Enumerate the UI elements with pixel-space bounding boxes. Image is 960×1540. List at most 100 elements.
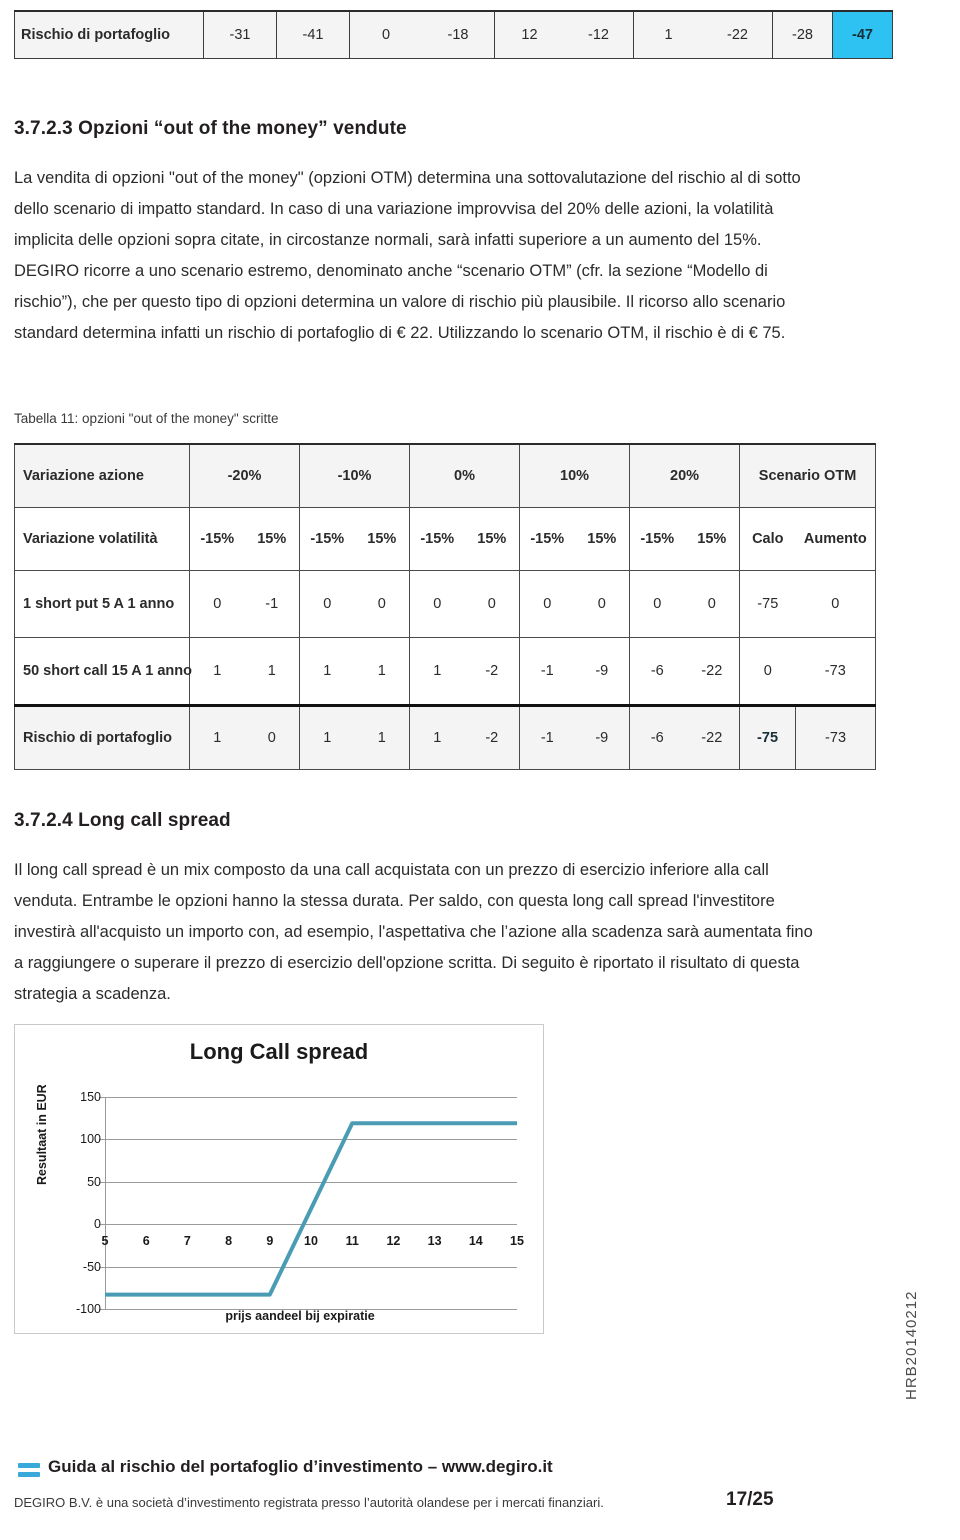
total-cell-4: 1	[409, 704, 465, 770]
total-cell-11: -73	[795, 704, 877, 770]
row-0-cell-11: 0	[795, 570, 877, 638]
header-col-5: Scenario OTM	[739, 443, 877, 508]
header-col-2: 0%	[409, 443, 521, 508]
top-summary-table: Rischio di portafoglio -31 -41 0 -18 12 …	[14, 10, 893, 59]
table-subheader-row: Variazione volatilità -15% 15% -15% 15% …	[14, 507, 877, 571]
row-1-cell-0: 1	[189, 637, 245, 706]
top-cell-0: -31	[203, 10, 277, 59]
top-cell-9-highlighted: -47	[832, 10, 893, 59]
subheader-cell-7: 15%	[574, 507, 631, 571]
chart-series-svg	[105, 1121, 517, 1297]
side-registration-code: HRB20140212	[903, 1290, 920, 1400]
total-cell-9: -22	[684, 704, 741, 770]
top-cell-8: -28	[772, 10, 833, 59]
row-1-cell-11: -73	[795, 637, 877, 706]
subheader-cell-11: Aumento	[795, 507, 877, 571]
subheader-cell-8: -15%	[629, 507, 685, 571]
subheader-cell-3: 15%	[354, 507, 411, 571]
row-1-cell-6: -1	[519, 637, 575, 706]
y-tick-label: 50	[87, 1174, 101, 1189]
total-cell-0: 1	[189, 704, 245, 770]
table-row: 50 short call 15 A 1 anno 1 1 1 1 1 -2 -…	[14, 637, 877, 706]
table-total-row: Rischio di portafoglio 1 0 1 1 1 -2 -1 -…	[14, 704, 877, 770]
y-tick-label: 150	[80, 1090, 101, 1104]
row-0-cell-4: 0	[409, 570, 465, 638]
total-cell-10-highlighted: -75	[739, 704, 797, 770]
row-0-cell-0: 0	[189, 570, 245, 638]
scenario-table: Variazione azione -20% -10% 0% 10% 20% S…	[14, 443, 877, 770]
row-0-cell-5: 0	[464, 570, 521, 638]
section-paragraph-3724: Il long call spread è un mix composto da…	[14, 861, 813, 1003]
footer-subtitle: DEGIRO B.V. è una società d’investimento…	[14, 1495, 604, 1510]
row-1-cell-3: 1	[354, 637, 411, 706]
row-1-cell-7: -9	[574, 637, 631, 706]
row-1-cell-2: 1	[299, 637, 355, 706]
row-0-cell-10: -75	[739, 570, 796, 638]
top-table: Rischio di portafoglio -31 -41 0 -18 12 …	[14, 10, 893, 59]
row-1-cell-1: 1	[244, 637, 301, 706]
row-0-cell-8: 0	[629, 570, 685, 638]
subheader-cell-5: 15%	[464, 507, 521, 571]
row-1-cell-5: -2	[464, 637, 521, 706]
subheader-cell-9: 15%	[684, 507, 741, 571]
row-0-cell-1: -1	[244, 570, 301, 638]
y-tick-label: 100	[80, 1132, 101, 1147]
row-0-cell-9: 0	[684, 570, 741, 638]
header-label: Variazione azione	[14, 443, 190, 508]
subheader-label: Variazione volatilità	[14, 507, 190, 571]
row-1-cell-9: -22	[684, 637, 741, 706]
section-paragraph-3723: La vendita di opzioni "out of the money"…	[14, 169, 801, 342]
total-cell-3: 1	[354, 704, 411, 770]
page-number: 17/25	[726, 1489, 774, 1510]
y-tick-label: -50	[82, 1259, 101, 1274]
row-0-cell-6: 0	[519, 570, 575, 638]
top-cell-5: -12	[564, 10, 634, 59]
header-col-0: -20%	[188, 443, 301, 508]
y-tick-label: -100	[75, 1302, 101, 1316]
subheader-cell-6: -15%	[519, 507, 575, 571]
total-cell-7: -9	[574, 704, 631, 770]
header-col-4: 20%	[629, 443, 741, 508]
degiro-logo-icon	[18, 1463, 40, 1481]
top-cell-6: 1	[633, 10, 703, 59]
row-1-label: 50 short call 15 A 1 anno	[14, 637, 192, 706]
top-cell-1: -41	[276, 10, 350, 59]
row-0-cell-2: 0	[299, 570, 355, 638]
top-row-label: Rischio di portafoglio	[14, 10, 204, 59]
chart-x-axis-title: prijs aandeel bij expiratie	[225, 1309, 375, 1323]
gridline	[105, 1309, 517, 1310]
subheader-cell-10: Calo	[739, 507, 796, 571]
total-label: Rischio di portafoglio	[14, 704, 190, 770]
total-cell-1: 0	[244, 704, 301, 770]
header-col-3: 10%	[519, 443, 631, 508]
row-0-cell-3: 0	[354, 570, 411, 638]
row-0-label: 1 short put 5 A 1 anno	[14, 570, 190, 638]
subheader-cell-1: 15%	[244, 507, 301, 571]
long-call-spread-chart: Long Call spread Resultaat in EUR prijs …	[14, 1024, 544, 1334]
top-cell-3: -18	[422, 10, 495, 59]
section-heading-3724: 3.7.2.4 Long call spread	[14, 810, 231, 831]
table-row: 1 short put 5 A 1 anno 0 -1 0 0 0 0 0 0 …	[14, 570, 877, 638]
top-cell-4: 12	[494, 10, 564, 59]
top-cell-7: -22	[703, 10, 773, 59]
chart-plot-area	[105, 1097, 517, 1309]
section-heading-3723: 3.7.2.3 Opzioni “out of the money” vendu…	[14, 118, 407, 139]
header-col-1: -10%	[299, 443, 411, 508]
footer-title: Guida al rischio del portafoglio d’inves…	[48, 1457, 553, 1476]
row-1-cell-10: 0	[739, 637, 796, 706]
main-scenario-table: Variazione azione -20% -10% 0% 10% 20% S…	[14, 443, 877, 770]
row-1-cell-8: -6	[629, 637, 685, 706]
table-header-row: Variazione azione -20% -10% 0% 10% 20% S…	[14, 443, 877, 508]
y-tick-label: 0	[94, 1217, 101, 1232]
subheader-cell-0: -15%	[189, 507, 245, 571]
total-cell-6: -1	[519, 704, 575, 770]
row-1-cell-4: 1	[409, 637, 465, 706]
total-cell-8: -6	[629, 704, 685, 770]
top-cell-2: 0	[349, 10, 422, 59]
subheader-cell-2: -15%	[299, 507, 355, 571]
chart-line-series	[105, 1121, 517, 1297]
total-cell-2: 1	[299, 704, 355, 770]
subheader-cell-4: -15%	[409, 507, 465, 571]
chart-y-ticks: 150 100 50 0 -50 -100	[43, 1025, 101, 1333]
table-row: Rischio di portafoglio -31 -41 0 -18 12 …	[14, 10, 893, 59]
